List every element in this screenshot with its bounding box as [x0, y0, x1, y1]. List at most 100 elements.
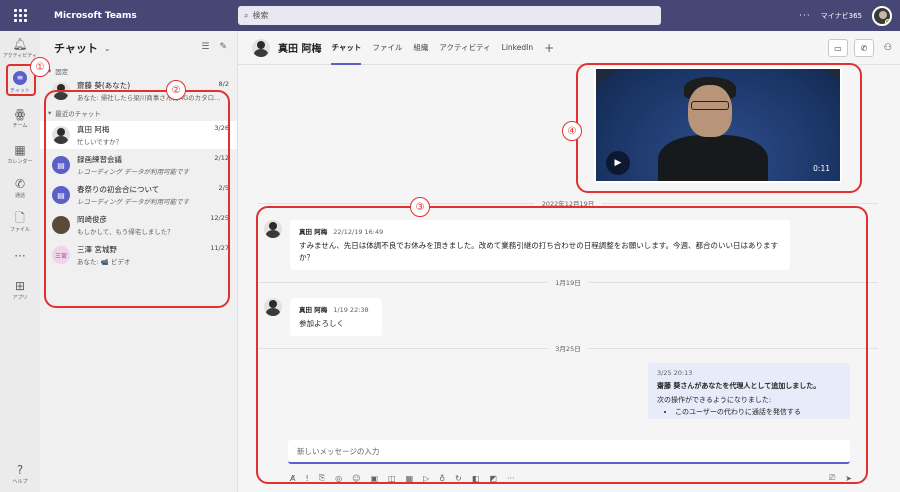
- play-icon[interactable]: ▶: [606, 151, 630, 175]
- tab-activity[interactable]: アクティビティ: [439, 31, 490, 65]
- sender-avatar: [264, 298, 282, 316]
- sticker-icon[interactable]: ◫: [388, 474, 396, 483]
- important-icon[interactable]: !: [305, 474, 308, 483]
- message[interactable]: 真田 阿梅 1/19 22:38 参加よろしく: [264, 298, 382, 336]
- rail-item-help[interactable]: ? ヘルプ: [0, 457, 40, 491]
- user-name: マイナビ365: [820, 11, 862, 20]
- emoji-icon[interactable]: ☺: [352, 474, 360, 483]
- record-video-icon[interactable]: ⎚: [829, 473, 835, 483]
- top-bar: Microsoft Teams ⌕ 検索 ··· マイナビ365: [0, 0, 900, 31]
- rail-item-calendar[interactable]: ▦ カレンダー: [0, 137, 40, 171]
- chat-icon: ≡: [13, 70, 27, 85]
- chat-name: 齋藤 葵(あなた): [77, 81, 131, 90]
- message-sender: 真田 阿梅: [299, 306, 328, 314]
- search-icon: ⌕: [244, 10, 249, 20]
- more-icon: ···: [14, 249, 26, 263]
- avatar-initials: 三宮: [52, 246, 70, 264]
- avatar: [52, 216, 70, 234]
- chat-preview: あなた: 帰社したら梁川商事さんにAGのカタロ…: [77, 94, 221, 102]
- app-launcher-button[interactable]: [0, 0, 40, 31]
- pinned-section-header[interactable]: ▾ 固定: [40, 65, 237, 77]
- composer-toolbar: A̸ ! ⎘ ◎ ☺ ▣ ◫ ▦ ▷ ♁ ↻ ◧ ◩ ··· ⎚ ➤: [290, 471, 852, 485]
- tab-organization[interactable]: 組織: [413, 31, 428, 65]
- chat-date: 2/12: [214, 154, 229, 162]
- rail-label: チーム: [12, 122, 28, 129]
- loop-icon[interactable]: ◎: [335, 474, 342, 483]
- tab-files[interactable]: ファイル: [372, 31, 402, 65]
- status-offline-icon: [66, 140, 70, 144]
- search-box[interactable]: ⌕ 検索: [238, 6, 661, 25]
- video-call-button[interactable]: ▭: [827, 39, 848, 57]
- chat-date: 12/25: [210, 214, 229, 222]
- add-tab-button[interactable]: +: [544, 41, 554, 55]
- chat-list-item[interactable]: 真田 阿梅 3/26 忙しいですか？: [40, 121, 237, 149]
- tab-chat[interactable]: チャット: [331, 31, 361, 65]
- chat-preview: あなた: 📹 ビデオ: [77, 258, 131, 266]
- chevron-down-icon: ▾: [48, 109, 52, 117]
- add-people-icon[interactable]: ⚇: [884, 43, 892, 53]
- pinned-label: 固定: [55, 68, 69, 76]
- more-icon[interactable]: ···: [507, 474, 515, 483]
- rail-label: チャット: [10, 87, 30, 94]
- chat-date: 2/5: [218, 184, 229, 192]
- gif-icon[interactable]: ▣: [370, 474, 378, 483]
- profile-avatar[interactable]: [872, 5, 892, 26]
- approval-icon[interactable]: ↻: [455, 474, 462, 483]
- date-divider-label: 3月25日: [555, 345, 581, 353]
- annotation-number-4: ④: [562, 121, 582, 141]
- forms-icon[interactable]: ◩: [489, 474, 497, 483]
- rail-item-apps[interactable]: ⊞ アプリ: [0, 273, 40, 307]
- rail-item-more[interactable]: ···: [0, 239, 40, 273]
- message-sender: 真田 阿梅: [299, 228, 328, 236]
- schedule-meeting-icon[interactable]: ▦: [406, 474, 414, 483]
- chat-list-item[interactable]: 齋藤 葵(あなた) 8/2 あなた: 帰社したら梁川商事さんにAGのカタロ…: [40, 77, 237, 105]
- system-message-headline: 齋藤 葵さんがあなたを代理人として追加しました。: [657, 382, 821, 390]
- rail-item-files[interactable]: 🗋 ファイル: [0, 205, 40, 239]
- status-available-icon: [66, 96, 70, 100]
- chat-list-item[interactable]: ▤ 録画練習会議 2/12 レコーディング データが利用可能です: [40, 151, 237, 179]
- new-chat-icon[interactable]: ✎: [219, 42, 227, 52]
- chat-name: 春祭りの初会合について: [77, 185, 160, 194]
- rail-item-teams[interactable]: ꙮ チーム: [0, 101, 40, 135]
- recent-section-header[interactable]: ▾ 最近のチャット: [40, 107, 237, 119]
- system-message[interactable]: 3/25 20:13 齋藤 葵さんがあなたを代理人として追加しました。 次の操作…: [648, 363, 850, 419]
- updates-icon[interactable]: ◧: [472, 474, 480, 483]
- bell-icon: 🔔︎: [12, 36, 28, 51]
- date-divider: 1月19日: [258, 277, 879, 287]
- message[interactable]: 真田 阿梅 22/12/19 16:49 すみません、先日は体調不良でお休みを頂き…: [264, 220, 790, 270]
- phone-icon: ✆: [860, 43, 868, 53]
- chat-list-item[interactable]: ▤ 春祭りの初会合について 2/5 レコーディング データが利用可能です: [40, 181, 237, 209]
- meeting-icon: ▤: [52, 156, 70, 174]
- contact-avatar[interactable]: [252, 38, 270, 57]
- rail-item-calls[interactable]: ✆ 通話: [0, 171, 40, 205]
- message-text: すみません、先日は体調不良でお休みを頂きました。改めて業務引継の打ち合わせの日程…: [299, 241, 779, 262]
- message-text: 参加よろしく: [299, 319, 344, 328]
- contact-name: 真田 阿梅: [278, 44, 322, 55]
- message-time: 22/12/19 16:49: [333, 228, 384, 236]
- message-time: 3/25 20:13: [657, 369, 693, 377]
- more-options-button[interactable]: ···: [799, 11, 811, 21]
- attach-icon[interactable]: ⎘: [319, 473, 325, 483]
- message-composer[interactable]: 新しいメッセージの入力: [288, 440, 850, 464]
- search-placeholder: 検索: [252, 11, 269, 20]
- chat-preview: 忙しいですか？: [77, 138, 123, 146]
- video-message[interactable]: ▶ 0:11: [594, 67, 842, 183]
- chat-list-title[interactable]: チャット: [54, 40, 98, 56]
- video-duration: 0:11: [813, 164, 830, 173]
- avatar: [52, 82, 70, 100]
- stream-icon[interactable]: ▷: [423, 474, 429, 483]
- praise-icon[interactable]: ♁: [439, 474, 445, 483]
- chat-list-item[interactable]: 岡崎俊彦 12/25 もしかして、もう帰宅しました？: [40, 211, 237, 239]
- format-icon[interactable]: A̸: [290, 474, 295, 483]
- status-available-icon: [885, 18, 890, 24]
- chat-name: 録画練習会議: [77, 155, 122, 164]
- chat-date: 8/2: [218, 80, 229, 88]
- chat-list-item[interactable]: 三宮 三澤 宮城野 11/27 あなた: 📹 ビデオ: [40, 241, 237, 269]
- conversation-pane: 真田 阿梅 チャット ファイル 組織 アクティビティ LinkedIn + ▭ …: [238, 31, 900, 492]
- chevron-down-icon[interactable]: ⌄: [104, 44, 111, 53]
- send-icon[interactable]: ➤: [845, 474, 852, 483]
- filter-icon[interactable]: ☰: [201, 42, 209, 52]
- tab-linkedin[interactable]: LinkedIn: [502, 31, 533, 65]
- audio-call-button[interactable]: ✆: [853, 39, 874, 57]
- chat-name: 三澤 宮城野: [77, 245, 117, 254]
